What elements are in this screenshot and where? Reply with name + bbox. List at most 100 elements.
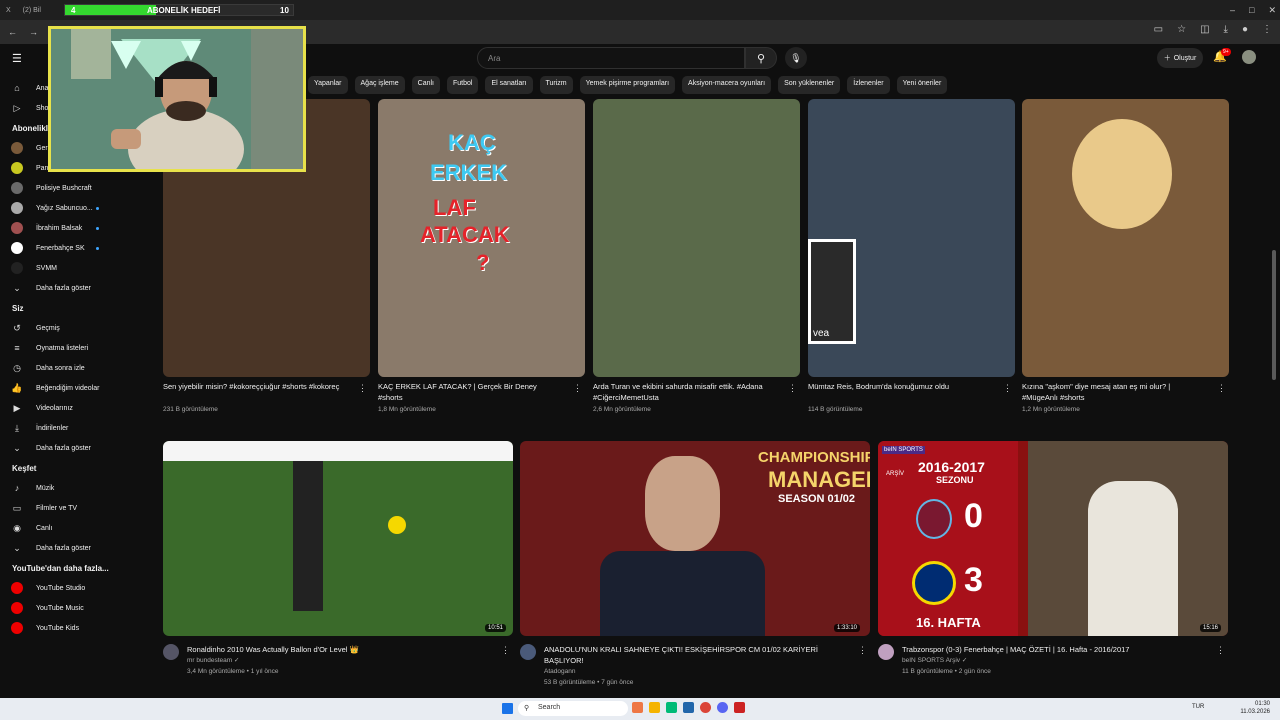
sidebar-item-label: Fenerbahçe SK <box>36 244 85 252</box>
channel-name[interactable]: mr bundesteam ✓ <box>187 655 239 666</box>
sidebar-item[interactable]: YouTube Kids <box>0 618 118 638</box>
filter-chip[interactable]: El sanatları <box>485 76 533 94</box>
tab-youtube[interactable]: (2) Bil <box>17 0 47 20</box>
bookmark-icon[interactable]: ☆ <box>1177 24 1186 35</box>
filter-chip[interactable]: Son yüklenenler <box>778 76 841 94</box>
chrome-icon[interactable] <box>700 702 711 713</box>
more-options-icon[interactable]: ⋮ <box>1003 383 1012 394</box>
more-options-icon[interactable]: ⋮ <box>358 383 367 394</box>
windows-start-icon[interactable] <box>502 703 513 714</box>
video-thumbnail[interactable] <box>163 441 513 636</box>
taskbar-search[interactable]: Search <box>518 701 628 716</box>
sidebar-item[interactable]: ▶ Videolarınız <box>0 398 118 418</box>
filter-chip[interactable]: Yapanlar <box>308 76 348 94</box>
sidebar-item[interactable]: ▭ Filmler ve TV <box>0 498 118 518</box>
minimize-button[interactable]: – <box>1230 5 1235 15</box>
short-thumbnail[interactable] <box>1022 99 1229 377</box>
page-scrollbar[interactable] <box>1272 250 1276 380</box>
home-icon: ⌂ <box>14 83 20 93</box>
channel-avatar[interactable] <box>520 644 536 660</box>
close-button[interactable]: ✕ <box>1268 5 1276 16</box>
extensions-icon[interactable]: ◫ <box>1200 24 1209 35</box>
filter-chip[interactable]: İzlenenler <box>847 76 890 94</box>
short-title[interactable]: KAÇ ERKEK LAF ATACAK? | Gerçek Bir Deney… <box>378 381 563 403</box>
more-options-icon[interactable]: ⋮ <box>1216 645 1225 656</box>
video-thumbnail[interactable]: beIN SPORTS ARŞİV 2016-2017 SEZONU 0 3 16. HAF… <box>878 441 1228 636</box>
you-heading[interactable]: Siz <box>12 304 24 313</box>
profile-icon[interactable]: ● <box>1242 24 1248 35</box>
discord-icon[interactable] <box>717 702 728 713</box>
sidebar-item[interactable]: ◉ Canlı <box>0 518 118 538</box>
short-title[interactable]: Kızına "aşkom" diye mesaj atan eş mi olu… <box>1022 381 1207 403</box>
filter-chip[interactable]: Futbol <box>447 76 479 94</box>
download-icon[interactable]: ⤓ <box>1224 24 1228 35</box>
more-from-youtube-heading[interactable]: YouTube'dan daha fazla... <box>12 564 109 573</box>
filter-chip[interactable]: Turizm <box>539 76 573 94</box>
cast-icon[interactable]: ▭ <box>1154 24 1163 35</box>
sidebar-item[interactable]: Polisiye Bushcraft <box>0 178 118 198</box>
sidebar-item[interactable]: ⤓ İndirilenler <box>0 418 118 438</box>
video-title[interactable]: Ronaldinho 2010 Was Actually Ballon d'Or… <box>187 644 487 655</box>
filter-chip[interactable]: Yemek pişirme programları <box>579 76 676 94</box>
more-options-icon[interactable]: ⋮ <box>501 645 510 656</box>
channel-logo: beIN SPORTS <box>882 446 925 454</box>
maximize-button[interactable]: □ <box>1249 5 1254 15</box>
sidebar-item[interactable]: ◷ Daha sonra izle <box>0 358 118 378</box>
explore-heading[interactable]: Keşfet <box>12 464 36 473</box>
sidebar-item[interactable]: SVMM <box>0 258 118 278</box>
video-title[interactable]: Trabzonspor (0-3) Fenerbahçe | MAÇ ÖZETİ… <box>902 644 1202 655</box>
sidebar-item[interactable]: İbrahim Balsak <box>0 218 118 238</box>
sidebar-item-label: SVMM <box>36 264 57 272</box>
sidebar-item[interactable]: Fenerbahçe SK <box>0 238 118 258</box>
app-icon-2[interactable] <box>734 702 745 713</box>
filter-chips: Yapanlar Ağaç işleme Canlı Futbol El sanatla… <box>308 76 948 94</box>
short-thumbnail[interactable]: vea <box>808 99 1015 377</box>
video-thumbnail[interactable]: CHAMPIONSHIPMANAGERSEASON 01/02 <box>520 441 870 636</box>
sidebar-item[interactable]: ⌄ Daha fazla göster <box>0 538 118 558</box>
filter-chip[interactable]: Yeni öneriler <box>896 76 948 94</box>
channel-name[interactable]: Atadogann <box>544 666 575 677</box>
filter-chip[interactable]: Ağaç işleme <box>354 76 405 94</box>
filter-chip[interactable]: Canlı <box>411 76 440 94</box>
more-options-icon[interactable]: ⋮ <box>858 645 867 656</box>
voice-search-button[interactable]: 🎙 <box>785 47 807 69</box>
browser-menu-icon[interactable]: ⋮ <box>1262 24 1272 35</box>
hamburger-menu-icon[interactable]: ☰ <box>12 52 22 65</box>
sidebar-item[interactable]: ♪ Müzik <box>0 478 118 498</box>
search-input[interactable]: Ara <box>477 47 745 69</box>
short-thumbnail[interactable]: KAÇ ERKEK LAF ATACAK? <box>378 99 585 377</box>
clock[interactable]: 01:30 11.03.2026 <box>1240 700 1270 716</box>
sidebar-item[interactable]: ≡ Oynatma listeleri <box>0 338 118 358</box>
tab-x[interactable]: X <box>0 0 17 20</box>
back-icon[interactable]: ← <box>8 27 17 37</box>
sidebar-item[interactable]: ⌄ Daha fazla göster <box>0 438 118 458</box>
short-title[interactable]: Arda Turan ve ekibini sahurda misafir et… <box>593 381 778 403</box>
more-options-icon[interactable]: ⋮ <box>788 383 797 394</box>
sidebar-item[interactable]: Yağız Sabuncuo... <box>0 198 118 218</box>
sidebar-item[interactable]: 👍 Beğendiğim videolar <box>0 378 118 398</box>
forward-icon[interactable]: → <box>29 27 38 37</box>
more-options-icon[interactable]: ⋮ <box>573 383 582 394</box>
edge-icon[interactable] <box>666 702 677 713</box>
channel-avatar[interactable] <box>163 644 179 660</box>
store-icon[interactable] <box>683 702 694 713</box>
sidebar-item[interactable]: YouTube Music <box>0 598 118 618</box>
short-title[interactable]: Mümtaz Reis, Bodrum'da konuğumuz oldu <box>808 381 993 392</box>
more-options-icon[interactable]: ⋮ <box>1217 383 1226 394</box>
search-button[interactable]: ⚲ <box>745 47 777 69</box>
channel-name[interactable]: beIN SPORTS Arşiv ✓ <box>902 655 967 666</box>
sidebar-item[interactable]: ↺ Geçmiş <box>0 318 118 338</box>
sidebar-item-label: Sho <box>36 104 49 112</box>
app-icon[interactable] <box>632 702 643 713</box>
channel-avatar[interactable] <box>878 644 894 660</box>
sidebar-item[interactable]: ⌄ Daha fazla göster <box>0 278 118 298</box>
folder-icon[interactable] <box>649 702 660 713</box>
video-title[interactable]: ANADOLU'NUN KRALI SAHNEYE ÇIKTI! ESKİŞEH… <box>544 644 844 666</box>
short-title[interactable]: Sen yiyebilir misin? #kokoreççiuğur #sho… <box>163 381 348 392</box>
short-thumbnail[interactable] <box>593 99 800 377</box>
account-avatar[interactable] <box>1242 50 1256 64</box>
language-indicator[interactable]: TUR <box>1192 704 1204 710</box>
filter-chip[interactable]: Aksiyon-macera oyunları <box>682 76 772 94</box>
sidebar-item[interactable]: YouTube Studio <box>0 578 118 598</box>
create-button[interactable]: ＋ Oluştur <box>1157 48 1203 68</box>
